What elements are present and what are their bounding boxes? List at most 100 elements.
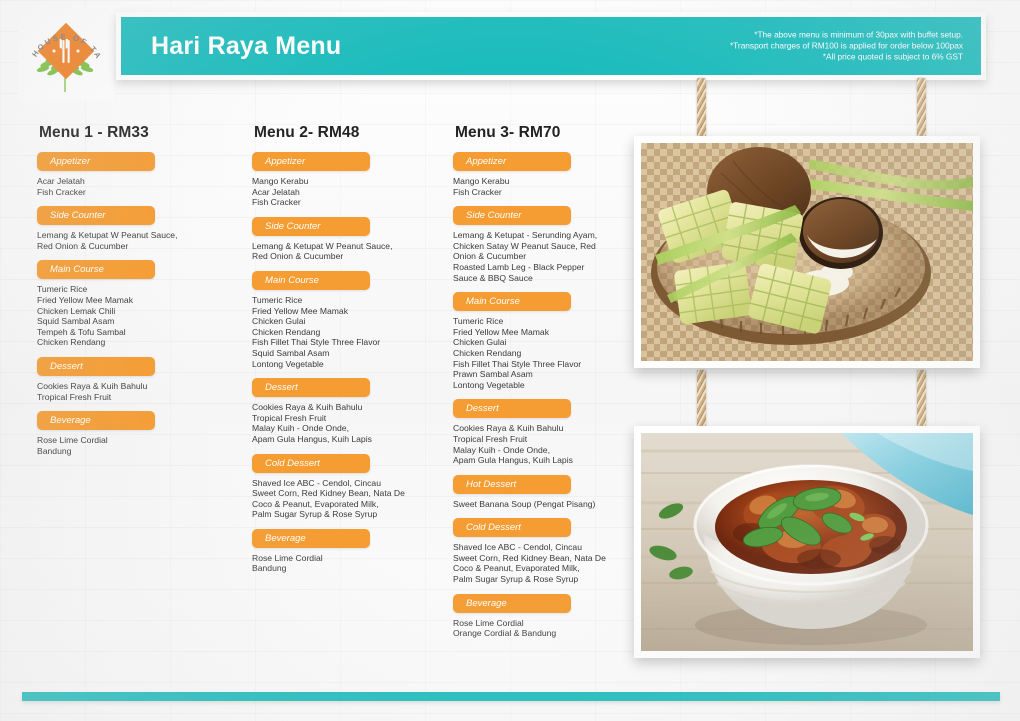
menu-item: Fish Cracker — [37, 186, 86, 197]
menu-item: Chicken Satay W Peanut Sauce, Red — [453, 240, 596, 251]
menu-item: Shaved Ice ABC - Cendol, Cincau — [252, 477, 381, 488]
menu-item: Sweet Corn, Red Kidney Bean, Nata De — [252, 488, 405, 499]
menu-item: Sauce & BBQ Sauce — [453, 272, 533, 283]
section-pill: Main Course — [453, 292, 571, 312]
section-pill: Main Course — [37, 260, 155, 280]
menu-item: Roasted Lamb Leg - Black Pepper — [453, 261, 585, 272]
menu-item: Lemang & Ketupat W Peanut Sauce, — [252, 240, 393, 251]
section-pill: Appetizer — [252, 152, 370, 171]
section-pill: Appetizer — [37, 152, 155, 171]
header-note-2: *Transport charges of RM100 is applied f… — [729, 40, 963, 51]
section-item-list: Shaved Ice ABC - Cendol, Cincau Sweet Cor… — [252, 478, 452, 520]
menu-item: Cookies Raya & Kuih Bahulu — [453, 423, 564, 434]
menu-item: Palm Sugar Syrup & Rose Syrup — [252, 509, 378, 520]
menu-item: Acar Jelatah — [37, 176, 85, 186]
section-pill: Main Course — [252, 270, 370, 290]
menu-item: Fried Yellow Mee Mamak — [37, 294, 134, 305]
menu-item: Bandung — [37, 445, 72, 456]
section-item-list: Cookies Raya & Kuih Bahulu Tropical Fresh… — [37, 381, 242, 402]
menu-item: Tropical Fresh Fruit — [453, 433, 528, 444]
section-item-list: Rose Lime Cordial Bandung — [37, 435, 242, 456]
section-pill: Dessert — [252, 378, 370, 398]
menu-sections: Appetizer Mango Kerabu Acar Jelatah Fish Cr… — [252, 152, 452, 574]
section-item-list: Tumeric Rice Fried Yellow Mee Mamak Chicke… — [453, 316, 653, 390]
hanging-rope-top-left — [697, 78, 706, 138]
section-item-list: Lemang & Ketupat W Peanut Sauce, Red Onio… — [37, 230, 242, 251]
menu-item: Tropical Fresh Fruit — [37, 391, 112, 402]
menu-column-2: Menu 2- RM48 Appetizer Mango Kerabu Acar J… — [252, 124, 452, 583]
menu-column-1: Menu 1 - RM33 Appetizer Acar Jelatah Fish … — [37, 124, 242, 465]
section-item-list: Tumeric Rice Fried Yellow Mee Mamak Chicke… — [37, 284, 242, 348]
section-pill: Side Counter — [37, 206, 155, 226]
menu-item: Fish Cracker — [453, 186, 502, 197]
section-item-list: Lemang & Ketupat - Serunding Ayam, Chicke… — [453, 230, 653, 283]
menu-item: Coco & Peanut, Evaporated Milk, — [453, 563, 580, 574]
menu-item: Malay Kuih - Onde Onde, — [453, 444, 550, 455]
section-pill: Cold Dessert — [453, 518, 571, 538]
menu-item: Lontong Vegetable — [453, 379, 525, 390]
section-item-list: Rose Lime Cordial Bandung — [252, 553, 452, 574]
section-pill: Dessert — [453, 399, 571, 419]
menu-item: Tropical Fresh Fruit — [252, 412, 327, 423]
menu-item: Tempeh & Tofu Sambal — [37, 326, 126, 337]
menu-item: Red Onion & Cucumber — [37, 240, 129, 251]
menu-item: Fried Yellow Mee Mamak — [453, 326, 550, 337]
menu-item: Orange Cordial & Bandung — [453, 628, 557, 639]
menu-item: Squid Sambal Asam — [252, 347, 330, 358]
section-item-list: Acar Jelatah Fish Cracker — [37, 176, 242, 197]
menu-item: Rose Lime Cordial — [453, 617, 524, 628]
menu-item: Sweet Corn, Red Kidney Bean, Nata De — [453, 552, 606, 563]
menu-item: Red Onion & Cucumber — [252, 251, 344, 262]
menu-item: Tumeric Rice — [37, 284, 88, 295]
section-pill: Appetizer — [453, 152, 571, 171]
menu-title: Menu 1 - RM33 — [39, 124, 149, 141]
section-item-list: Cookies Raya & Kuih Bahulu Tropical Fresh… — [453, 423, 653, 465]
house-of-taste-logo: HOUSE OF TASTE — [18, 10, 114, 100]
menu-column-3: Menu 3- RM70 Appetizer Mango Kerabu Fish C… — [453, 124, 653, 648]
menu-item: Lemang & Ketupat W Peanut Sauce, — [37, 230, 178, 241]
menu-item: Rose Lime Cordial — [37, 435, 108, 446]
menu-item: Fish Fillet Thai Style Three Flavor — [252, 337, 381, 348]
header-notes: *The above menu is minimum of 30pax with… — [730, 30, 963, 63]
header-note-3: *All price quoted is subject to 6% GST — [822, 51, 963, 62]
menu-item: Squid Sambal Asam — [37, 316, 115, 327]
menu-item: Coco & Peanut, Evaporated Milk, — [252, 498, 379, 509]
menu-title: Menu 2- RM48 — [254, 124, 360, 141]
header-note-1: *The above menu is minimum of 30pax with… — [754, 29, 963, 40]
section-pill: Dessert — [37, 356, 155, 376]
menu-item: Fried Yellow Mee Mamak — [252, 305, 349, 316]
menu-item: Tumeric Rice — [252, 294, 303, 305]
menu-item: Palm Sugar Syrup & Rose Syrup — [453, 574, 579, 585]
hanging-rope-bottom-left — [697, 370, 706, 428]
menu-item: Lontong Vegetable — [252, 358, 324, 369]
hanging-rope-top-right — [917, 78, 926, 138]
menu-item: Malay Kuih - Onde Onde, — [252, 423, 349, 434]
section-pill: Side Counter — [453, 206, 571, 226]
menu-sections: Appetizer Mango Kerabu Fish Cracker Side Co… — [453, 152, 653, 639]
menu-title: Menu 3- RM70 — [455, 124, 561, 141]
menu-item: Lemang & Ketupat - Serunding Ayam, — [453, 230, 598, 241]
section-pill: Beverage — [37, 411, 155, 431]
section-item-list: Sweet Banana Soup (Pengat Pisang) — [453, 499, 653, 510]
menu-item: Acar Jelatah — [252, 186, 300, 197]
section-item-list: Mango Kerabu Acar Jelatah Fish Cracker — [252, 176, 452, 208]
menu-item: Cookies Raya & Kuih Bahulu — [37, 380, 148, 391]
menu-item: Fish Cracker — [252, 197, 301, 208]
hanging-rope-bottom-right — [917, 370, 926, 428]
section-pill: Side Counter — [252, 216, 370, 236]
menu-item: Apam Gula Hangus, Kuih Lapis — [453, 455, 573, 466]
menu-item: Chicken Gulai — [252, 316, 306, 327]
menu-item: Chicken Rendang — [453, 347, 522, 358]
section-item-list: Tumeric Rice Fried Yellow Mee Mamak Chicke… — [252, 295, 452, 369]
menu-item: Shaved Ice ABC - Cendol, Cincau — [453, 542, 582, 553]
section-pill: Beverage — [252, 528, 370, 548]
page-title: Hari Raya Menu — [151, 31, 342, 60]
menu-item: Mango Kerabu — [252, 176, 309, 186]
menu-item: Mango Kerabu — [453, 176, 510, 186]
section-item-list: Shaved Ice ABC - Cendol, Cincau Sweet Cor… — [453, 542, 653, 584]
menu-item: Apam Gula Hangus, Kuih Lapis — [252, 433, 372, 444]
menu-item: Fish Fillet Thai Style Three Flavor — [453, 358, 582, 369]
menu-item: Cookies Raya & Kuih Bahulu — [252, 402, 363, 413]
menu-item: Sweet Banana Soup (Pengat Pisang) — [453, 498, 596, 509]
section-pill: Hot Dessert — [453, 474, 571, 494]
